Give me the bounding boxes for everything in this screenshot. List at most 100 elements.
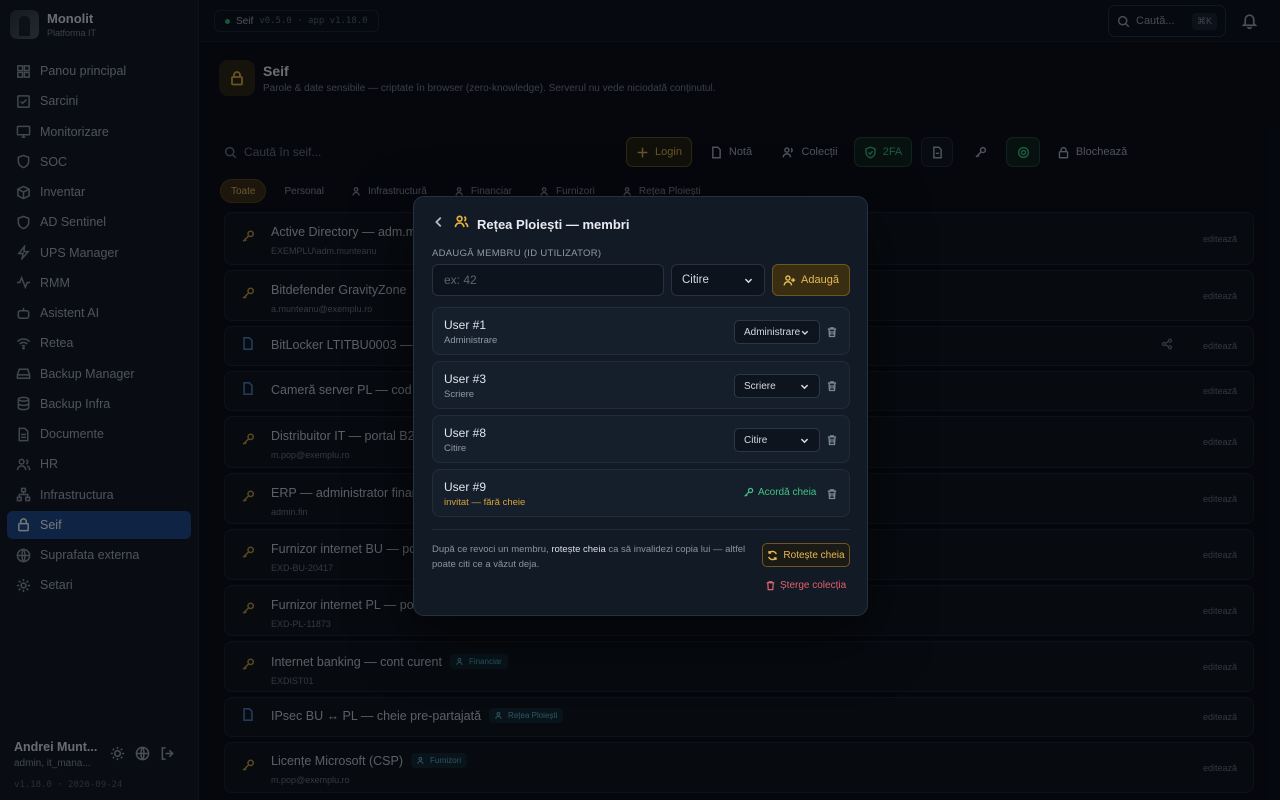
chevron-down-icon [800,438,809,443]
sidebar-item-soc[interactable]: SOC [7,148,191,176]
vault-row[interactable]: Internet banking — cont curent Financiar … [224,641,1254,692]
vault-search-input[interactable]: Caută în seif... [224,138,414,166]
sidebar-item-label: Inventar [40,185,86,199]
edit-link[interactable]: editează [1203,662,1237,672]
global-search[interactable]: Caută... ⌘K [1108,5,1226,37]
sidebar-item-label: Suprafata externa [40,548,140,562]
sidebar-item-backup-infra[interactable]: Backup Infra [7,390,191,418]
twofa-button[interactable]: 2FA [854,137,912,167]
user-actions [110,746,175,761]
member-role-select[interactable]: Scriere [734,374,820,398]
key-button[interactable] [964,137,996,167]
twofa-label: 2FA [882,146,903,158]
note-icon [241,382,255,401]
remove-member-button[interactable] [826,487,838,505]
remove-member-button[interactable] [826,325,838,343]
sidebar-item-infrastructura[interactable]: Infrastructura [7,481,191,509]
sidebar-item-ad-sentinel[interactable]: AD Sentinel [7,208,191,236]
edit-link[interactable]: editează [1203,341,1237,351]
vault-row[interactable]: IPsec BU ↔ PL — cheie pre-partajată Rețea… [224,697,1254,737]
filter-chip-personal[interactable]: Personal [274,179,333,203]
collections-label: Colecții [801,146,838,158]
add-note-button[interactable]: Notă [699,137,763,167]
share-settings-button[interactable] [1006,137,1040,167]
filter-chip-toate[interactable]: Toate [220,179,267,203]
globe-icon[interactable] [135,746,150,761]
edit-link[interactable]: editează [1203,386,1237,396]
sidebar-item-sarcini[interactable]: Sarcini [7,87,191,115]
search-icon [224,146,237,158]
delete-collection-button[interactable]: Șterge colecția [765,580,846,591]
sun-icon[interactable] [110,746,125,761]
key-icon [241,489,255,508]
rotate-key-note: După ce revoci un membru, rotește cheia … [432,542,752,572]
file-icon [932,145,942,159]
add-member-button[interactable]: Adaugă [772,264,850,296]
tag-label: Rețea Ploiești [508,711,558,720]
role-select[interactable]: Citire [671,264,765,296]
top-bar: Seif v0.5.0 · app v1.18.0 Caută... ⌘K [200,0,1280,42]
edit-link[interactable]: editează [1203,763,1237,773]
sidebar-item-asistent-ai[interactable]: Asistent AI [7,299,191,327]
row-title: Distribuitor IT — portal B2 [271,429,415,443]
edit-link[interactable]: editează [1203,291,1237,301]
sidebar-item-label: AD Sentinel [40,215,107,230]
sidebar-item-label: Retea [40,336,74,351]
sidebar-item-panou-principal[interactable]: Panou principal [7,57,191,85]
logout-icon[interactable] [160,746,175,761]
collection-tag: Furnizori [410,753,468,768]
add-login-button[interactable]: Login [626,137,692,167]
notifications-button[interactable] [1241,12,1258,34]
sidebar-item-backup-manager[interactable]: Backup Manager [7,360,191,388]
page-subtitle: Parole & date sensibile — criptate în br… [263,83,716,94]
trash-icon [827,381,837,392]
sidebar-item-ups-manager[interactable]: UPS Manager [7,239,191,267]
brand[interactable]: Monolit Platforma IT [10,10,96,39]
key-icon [744,487,754,497]
edit-link[interactable]: editează [1203,437,1237,447]
member-role-select[interactable]: Administrare [734,320,820,344]
sidebar-item-hr[interactable]: HR [7,450,191,478]
lock-vault-button[interactable]: Blochează [1051,137,1133,167]
import-button[interactable] [921,137,953,167]
sidebar-item-retea[interactable]: Retea [7,329,191,357]
sidebar-item-documente[interactable]: Documente [7,420,191,448]
chevron-left-icon [435,216,442,227]
edit-link[interactable]: editează [1203,712,1237,722]
edit-link[interactable]: editează [1203,234,1237,244]
remove-member-button[interactable] [826,433,838,451]
user-id-input[interactable] [432,264,664,296]
sidebar-item-rmm[interactable]: RMM [7,269,191,297]
collections-button[interactable]: Colecții [771,137,849,167]
member-role: Scriere [444,389,475,400]
users-icon [456,657,463,665]
plus-icon [637,147,648,157]
key-icon [241,229,255,248]
back-button[interactable] [432,215,446,234]
rotate-key-button[interactable]: Rotește cheia [762,543,850,567]
member-row: User #3 Scriere Scriere [432,361,850,409]
divider [432,529,850,530]
chevron-down-icon [744,278,753,283]
sidebar-item-inventar[interactable]: Inventar [7,178,191,206]
edit-link[interactable]: editează [1203,494,1237,504]
sidebar-item-seif[interactable]: Seif [7,510,191,539]
users-icon [623,186,631,196]
vault-row[interactable]: Licențe Microsoft (CSP) Furnizori m.pop@e… [224,742,1254,793]
member-name: User #3 [444,372,487,386]
sidebar-item-suprafata-externa[interactable]: Suprafata externa [7,541,191,569]
row-title: Internet banking — cont curent Financiar [271,654,508,669]
box-icon [17,185,30,199]
sidebar-item-monitorizare[interactable]: Monitorizare [7,118,191,146]
edit-link[interactable]: editează [1203,606,1237,616]
member-role-select[interactable]: Citire [734,428,820,452]
chevron-down-icon [800,384,809,389]
edit-link[interactable]: editează [1203,550,1237,560]
search-icon [1117,15,1130,27]
note-icon [711,145,721,159]
sidebar-item-setari[interactable]: Setari [7,571,191,599]
filter-chip-label: Infrastructură [367,185,427,197]
grant-key-button[interactable]: Acordă cheia [743,487,816,498]
share-icon[interactable] [1161,337,1173,355]
remove-member-button[interactable] [826,379,838,397]
